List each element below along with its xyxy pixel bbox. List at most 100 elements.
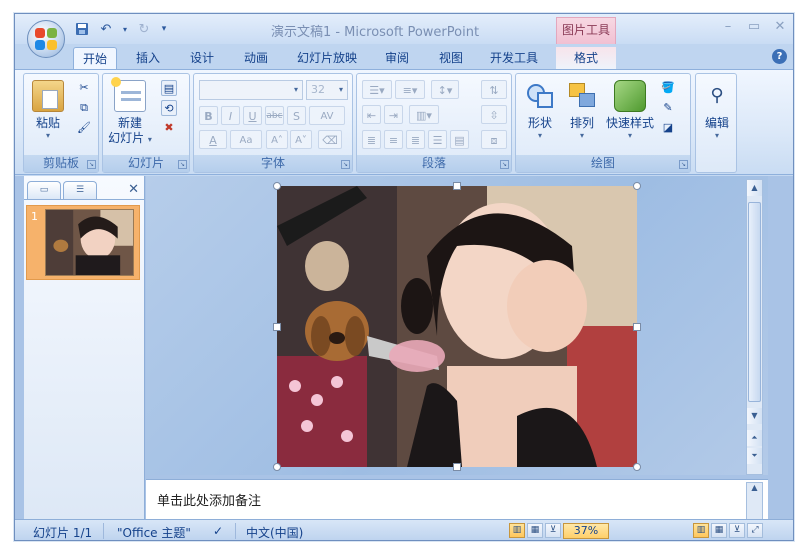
next-slide-icon[interactable]: ⏷ bbox=[747, 448, 762, 464]
previous-slide-icon[interactable]: ⏶ bbox=[747, 430, 762, 446]
tab-review[interactable]: 审阅 bbox=[377, 47, 417, 69]
bullets-button[interactable]: ☰▾ bbox=[362, 80, 392, 99]
align-text-icon[interactable]: ⇳ bbox=[481, 105, 507, 124]
minimize-button[interactable]: – bbox=[721, 19, 735, 34]
format-painter-icon[interactable]: 🖌 bbox=[76, 120, 92, 136]
selected-picture[interactable] bbox=[277, 186, 637, 467]
notes-placeholder[interactable]: 单击此处添加备注 bbox=[157, 490, 261, 509]
columns-button[interactable]: ▥▾ bbox=[409, 105, 439, 124]
drawing-launcher-icon[interactable]: ↘ bbox=[679, 160, 688, 169]
maximize-button[interactable]: ▭ bbox=[747, 19, 761, 34]
numbering-button[interactable]: ≡▾ bbox=[395, 80, 425, 99]
copy-icon[interactable]: ⧉ bbox=[76, 100, 92, 116]
clipboard-launcher-icon[interactable]: ↘ bbox=[87, 160, 96, 169]
tab-insert[interactable]: 插入 bbox=[128, 47, 168, 69]
font-size-field[interactable]: 32 ▾ bbox=[306, 80, 348, 100]
new-slide-button[interactable]: 新建 幻灯片 ▾ bbox=[107, 77, 153, 147]
paragraph-launcher-icon[interactable]: ↘ bbox=[500, 160, 509, 169]
change-case-button[interactable]: Aa bbox=[230, 130, 262, 149]
scroll-down-icon[interactable]: ▼ bbox=[747, 408, 762, 424]
resize-handle-top[interactable] bbox=[453, 182, 461, 190]
outline-tab-icon[interactable]: ☰ bbox=[63, 181, 97, 199]
tab-format[interactable]: 格式 bbox=[556, 47, 616, 69]
shape-outline-icon[interactable]: ✎ bbox=[660, 100, 676, 116]
slideshow-view-icon[interactable]: ⊻ bbox=[545, 523, 561, 538]
font-name-field[interactable]: ▾ bbox=[199, 80, 303, 100]
slides-tab-icon[interactable]: ▭ bbox=[27, 181, 61, 199]
align-left-button[interactable]: ≣ bbox=[362, 130, 381, 149]
save-icon[interactable] bbox=[73, 20, 91, 38]
slide-sorter-icon[interactable]: ▦ bbox=[527, 523, 543, 538]
quick-styles-button[interactable]: 快速样式 ▾ bbox=[604, 80, 656, 140]
zoom-level[interactable]: 37% bbox=[563, 523, 609, 539]
resize-handle-bottom-left[interactable] bbox=[273, 463, 281, 471]
tab-animations[interactable]: 动画 bbox=[236, 47, 276, 69]
arrange-button[interactable]: 排列 ▾ bbox=[562, 80, 602, 140]
resize-handle-bottom-right[interactable] bbox=[633, 463, 641, 471]
language[interactable]: 中文(中国) bbox=[246, 524, 303, 540]
notes-pane[interactable]: 单击此处添加备注 ▲ bbox=[146, 479, 768, 520]
decrease-indent-button[interactable]: ⇤ bbox=[362, 105, 381, 124]
shrink-font-button[interactable]: A˅ bbox=[290, 130, 312, 149]
shadow-button[interactable]: S bbox=[287, 106, 306, 125]
notes-scroll-up-icon[interactable]: ▲ bbox=[747, 483, 762, 492]
scrollbar-thumb[interactable] bbox=[748, 202, 761, 402]
resize-handle-top-left[interactable] bbox=[273, 182, 281, 190]
align-center-button[interactable]: ≡ bbox=[384, 130, 403, 149]
fit-to-window-icon[interactable]: ⤢ bbox=[747, 523, 763, 538]
tab-slideshow[interactable]: 幻灯片放映 bbox=[291, 47, 363, 69]
slides-launcher-icon[interactable]: ↘ bbox=[178, 160, 187, 169]
bold-button[interactable]: B bbox=[199, 106, 218, 125]
italic-button[interactable]: I bbox=[221, 106, 240, 125]
line-spacing-button[interactable]: ↕▾ bbox=[431, 80, 459, 99]
undo-dropdown-icon[interactable]: ▾ bbox=[121, 20, 129, 38]
grow-font-button[interactable]: A˄ bbox=[266, 130, 288, 149]
help-icon[interactable]: ? bbox=[772, 49, 787, 64]
reset-slide-icon[interactable]: ⟲ bbox=[161, 100, 177, 116]
redo-icon[interactable]: ↻ bbox=[135, 20, 153, 38]
editing-button[interactable]: ⚲ 编辑 ▾ bbox=[699, 80, 735, 140]
character-spacing-button[interactable]: AV bbox=[309, 106, 345, 125]
strikethrough-button[interactable]: abc bbox=[265, 106, 284, 125]
tab-home[interactable]: 开始 bbox=[73, 47, 117, 69]
align-right-button[interactable]: ≣ bbox=[406, 130, 425, 149]
text-direction-icon[interactable]: ⇅ bbox=[481, 80, 507, 99]
increase-indent-button[interactable]: ⇥ bbox=[384, 105, 403, 124]
normal-view-icon[interactable]: ▥ bbox=[509, 523, 525, 538]
spellcheck-icon[interactable]: ✓ bbox=[213, 524, 223, 538]
shape-fill-icon[interactable]: 🪣 bbox=[660, 80, 676, 96]
slide-vertical-scrollbar[interactable]: ▲ ▼ ⏶ ⏷ bbox=[746, 179, 763, 475]
shapes-button[interactable]: 形状 ▾ bbox=[520, 80, 560, 140]
font-launcher-icon[interactable]: ↘ bbox=[341, 160, 350, 169]
resize-handle-bottom[interactable] bbox=[453, 463, 461, 471]
justify-button[interactable]: ☰ bbox=[428, 130, 447, 149]
clear-formatting-button[interactable]: ⌫ bbox=[318, 130, 342, 149]
underline-button[interactable]: U bbox=[243, 106, 262, 125]
slide-thumbnail-row[interactable]: 1 bbox=[26, 205, 140, 280]
delete-slide-icon[interactable]: ✖ bbox=[161, 120, 177, 136]
scroll-up-icon[interactable]: ▲ bbox=[747, 180, 762, 196]
paste-button[interactable]: 粘贴 ▾ bbox=[30, 80, 66, 140]
tab-design[interactable]: 设计 bbox=[182, 47, 222, 69]
resize-handle-left[interactable] bbox=[273, 323, 281, 331]
undo-icon[interactable]: ↶ bbox=[97, 20, 115, 38]
resize-handle-right[interactable] bbox=[633, 323, 641, 331]
font-color-button[interactable]: A bbox=[199, 130, 227, 149]
close-button[interactable]: ✕ bbox=[773, 19, 787, 34]
slide-thumbnail[interactable] bbox=[45, 209, 134, 276]
tab-view[interactable]: 视图 bbox=[431, 47, 471, 69]
cut-icon[interactable]: ✂ bbox=[76, 80, 92, 96]
notes-scrollbar[interactable]: ▲ bbox=[746, 482, 763, 520]
smartart-convert-icon[interactable]: ⧈ bbox=[481, 130, 507, 149]
shape-effects-icon[interactable]: ◪ bbox=[660, 120, 676, 136]
resize-handle-top-right[interactable] bbox=[633, 182, 641, 190]
slideshow-view-icon-right[interactable]: ⊻ bbox=[729, 523, 745, 538]
customize-qat-icon[interactable]: ▾ bbox=[159, 20, 169, 38]
slide-sorter-icon-right[interactable]: ▦ bbox=[711, 523, 727, 538]
tab-developer[interactable]: 开发工具 bbox=[485, 47, 543, 69]
office-button[interactable] bbox=[27, 20, 65, 58]
distribute-button[interactable]: ▤ bbox=[450, 130, 469, 149]
normal-view-icon-right[interactable]: ▥ bbox=[693, 523, 709, 538]
close-pane-icon[interactable]: ✕ bbox=[128, 182, 139, 197]
slide-layout-icon[interactable]: ▤ bbox=[161, 80, 177, 96]
